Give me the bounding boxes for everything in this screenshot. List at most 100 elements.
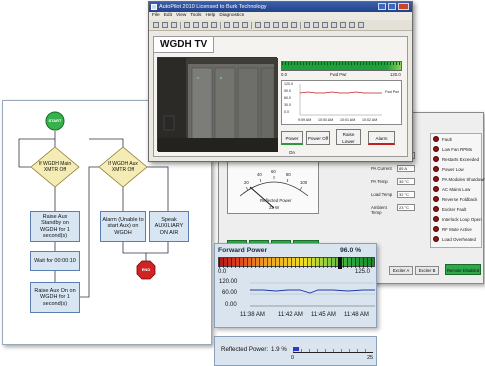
zoom-out-icon[interactable] <box>313 22 319 28</box>
trend-x-tick: 10:02 AM <box>362 118 378 122</box>
toolbar <box>149 20 412 31</box>
exciter-a-button[interactable]: Exciter A <box>389 266 413 275</box>
paste-icon[interactable] <box>202 22 208 28</box>
forward-trend-plot <box>250 282 375 307</box>
trend-x-tick: 9:59 AM <box>298 118 312 122</box>
trend-y-tick: 60.0 <box>284 96 291 100</box>
autopilot-window: AutoPilot 2010 Licensed to Burk Technolo… <box>148 1 413 162</box>
forward-y-tick: 120.00 <box>219 279 238 285</box>
trend-x-tick: 10:00 AM <box>318 118 334 122</box>
refresh-icon[interactable] <box>242 22 248 28</box>
bar-max-label: 120.0 <box>390 72 401 77</box>
readout-value: 23 °C <box>397 204 415 211</box>
reflected-power-value: 1.9 % <box>271 346 287 353</box>
decision-aux-xmtr-off: If WGDH Aux XMTR Off <box>108 161 138 173</box>
forward-x-tick: 11:45 AM <box>311 312 336 318</box>
forward-x-tick: 11:48 AM <box>344 312 369 318</box>
menu-diagnostics[interactable]: Diagnostics <box>219 13 244 18</box>
bar-ticks <box>282 62 401 65</box>
copy-icon[interactable] <box>193 22 199 28</box>
end-label: END <box>141 267 151 272</box>
trend-y-tick: 90.0 <box>284 89 291 93</box>
new-icon[interactable] <box>153 22 159 28</box>
cut-icon[interactable] <box>184 22 190 28</box>
site-icon[interactable] <box>291 22 297 28</box>
bar-title: Fwd Pwr <box>330 72 347 77</box>
forward-power-value: 96.0 % <box>340 247 362 254</box>
toolbar-separator <box>180 22 181 29</box>
lock-icon[interactable] <box>331 22 337 28</box>
undo-icon[interactable] <box>211 22 217 28</box>
transmitter-room-image <box>158 58 278 152</box>
trend-legend: Fwd Pwr <box>385 90 399 94</box>
chart-icon[interactable] <box>264 22 270 28</box>
fwd-pwr-trend: 120.0 90.0 60.0 30.0 0.0 9:59 AM 10:00 A… <box>281 80 402 125</box>
site-title: WGDH TV <box>154 37 214 53</box>
toolbar-separator <box>251 22 252 29</box>
alarm-icon[interactable] <box>282 22 288 28</box>
reflected-power-panel: Reflected Power: 1.9 % 0 25 <box>214 336 377 366</box>
connect-icon[interactable] <box>224 22 230 28</box>
readout-label: Ambient Temp <box>371 205 387 215</box>
reflected-power-label: Reflected Power: <box>221 346 269 353</box>
app-icon <box>151 4 157 10</box>
power-off-button[interactable]: Power Off <box>306 131 330 145</box>
forward-scale-min: 0.0 <box>218 269 227 275</box>
forward-x-tick: 11:38 AM <box>240 312 265 318</box>
flow-icon[interactable] <box>273 22 279 28</box>
readout-label: PA Temp <box>371 179 388 184</box>
menu-help[interactable]: Help <box>205 13 215 18</box>
trend-y-tick: 0.0 <box>284 110 289 114</box>
window-title-text: AutoPilot 2010 Licensed to Burk Technolo… <box>159 4 267 10</box>
print-icon[interactable] <box>322 22 328 28</box>
reflected-scale-max: 25 <box>367 355 374 361</box>
zoom-in-icon[interactable] <box>304 22 310 28</box>
readout-value: 35 °C <box>397 178 415 185</box>
reflected-scale-min: 0 <box>291 355 295 361</box>
raise-lower-button[interactable]: Raise Lower <box>336 129 361 145</box>
trend-y-tick: 120.0 <box>284 82 293 86</box>
save-icon[interactable] <box>171 22 177 28</box>
step-speak: Speak AUXILIARY ON AIR <box>149 211 189 242</box>
step-raise-aux-standby: Raise Aux Standby on WGDH for 1 second(s… <box>30 211 80 242</box>
settings-icon[interactable] <box>349 22 355 28</box>
step-raise-aux-on: Raise Aux On on WGDH for 1 second(s) <box>30 282 80 313</box>
site-panel: WGDH TV 0.0 Fwd Pwr 120.0 120.0 90.0 60.… <box>153 36 408 157</box>
close-icon[interactable] <box>398 3 409 10</box>
exciter-b-button[interactable]: Exciter B <box>415 266 439 275</box>
forward-power-panel: Forward Power 96.0 % 0.0 125.0 120.00 60… <box>214 243 377 328</box>
readout-value: 32 °C <box>397 191 415 198</box>
reflected-ticks <box>293 349 373 353</box>
grid-icon[interactable] <box>255 22 261 28</box>
reflected-power-fill <box>293 347 300 351</box>
disconnect-icon[interactable] <box>233 22 239 28</box>
alarm-button[interactable]: Alarm <box>368 131 395 145</box>
step-alarm: Alarm (Unable to start Aux) on WGDH <box>100 211 146 242</box>
forward-y-tick: 0.00 <box>225 302 237 308</box>
open-icon[interactable] <box>162 22 168 28</box>
power-on-button[interactable]: Power On <box>281 131 303 155</box>
forward-power-trend: 120.00 60.00 0.00 11:38 AM 11:42 AM 11:4… <box>218 277 375 327</box>
window-title: AutoPilot 2010 Licensed to Burk Technolo… <box>149 2 412 12</box>
menu-view[interactable]: View <box>176 13 186 18</box>
readout-value: 85 A <box>397 165 415 172</box>
remote-disabled-button[interactable]: Remote Disabled <box>445 264 481 275</box>
toolbar-separator <box>300 22 301 29</box>
forward-power-marker <box>338 257 343 269</box>
help-icon[interactable] <box>358 22 364 28</box>
bar-min-label: 0.0 <box>281 72 287 77</box>
camera-view <box>157 57 278 152</box>
menu-bar: File Edit View Tools Help Diagnostics <box>149 12 412 20</box>
trend-y-tick: 30.0 <box>284 103 291 107</box>
user-icon[interactable] <box>340 22 346 28</box>
forward-power-bar <box>218 257 375 269</box>
minimize-icon[interactable] <box>378 3 386 10</box>
start-label: START <box>48 118 62 123</box>
menu-edit[interactable]: Edit <box>164 13 172 18</box>
reflected-power-bar <box>293 346 373 353</box>
menu-tools[interactable]: Tools <box>190 13 201 18</box>
maximize-icon[interactable] <box>388 3 396 10</box>
forward-scale-max: 125.0 <box>355 269 371 275</box>
forward-y-tick: 60.00 <box>222 290 238 296</box>
menu-file[interactable]: File <box>152 13 160 18</box>
